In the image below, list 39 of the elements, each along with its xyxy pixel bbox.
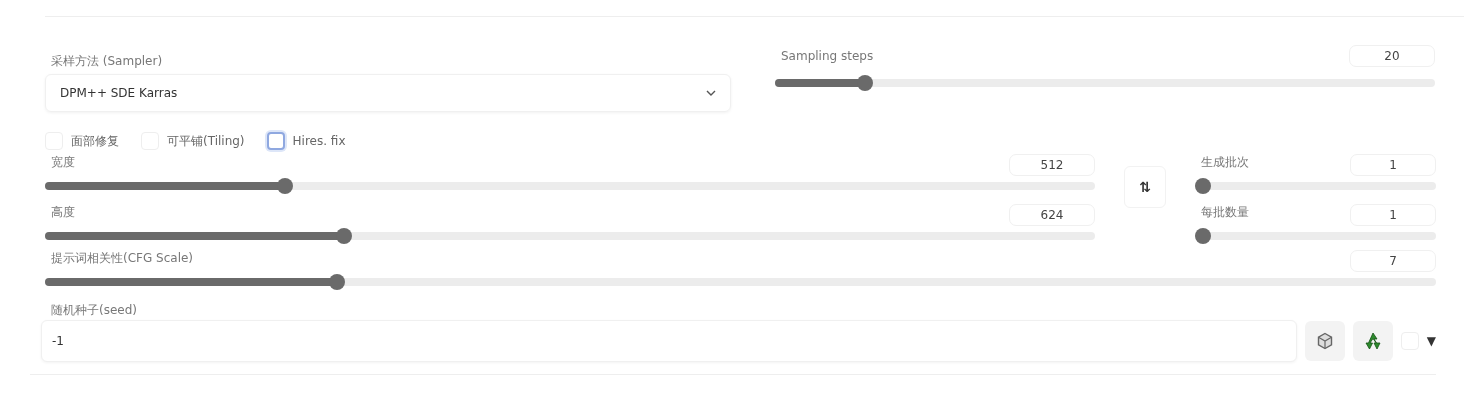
field-label: 提示词相关性(CFG Scale) bbox=[51, 250, 194, 266]
slider-thumb[interactable] bbox=[277, 178, 294, 194]
slider-thumb[interactable] bbox=[856, 75, 873, 91]
number-field[interactable]: 512 bbox=[1009, 154, 1095, 176]
field-label: 高度 bbox=[51, 204, 75, 220]
slider[interactable] bbox=[1195, 228, 1436, 244]
checkbox-label: Hires. fix bbox=[292, 133, 346, 150]
sampler-dropdown[interactable]: DPM++ SDE Karras bbox=[45, 74, 731, 112]
slider-thumb[interactable] bbox=[336, 228, 353, 244]
cube-icon bbox=[1315, 332, 1334, 350]
number-field[interactable]: 1 bbox=[1350, 154, 1436, 176]
checkbox-label: 面部修复 bbox=[71, 133, 119, 150]
field-label: 每批数量 bbox=[1201, 204, 1249, 220]
chevron-icon bbox=[706, 90, 716, 96]
slider-thumb[interactable] bbox=[1195, 178, 1211, 194]
checkbox[interactable] bbox=[266, 132, 285, 150]
slider-thumb[interactable] bbox=[329, 274, 346, 290]
slider[interactable] bbox=[1195, 178, 1436, 194]
checkbox-label: 可平铺(Tiling) bbox=[167, 133, 245, 150]
slider[interactable] bbox=[775, 75, 1435, 91]
field-label: 宽度 bbox=[51, 154, 75, 170]
number-field[interactable]: 624 bbox=[1009, 204, 1095, 226]
field-label: 生成批次 bbox=[1201, 154, 1249, 170]
recycle-icon bbox=[1362, 331, 1383, 351]
seed-field[interactable]: -1 bbox=[41, 320, 1297, 362]
field-label: 采样方法 (Sampler) bbox=[51, 53, 164, 69]
slider[interactable] bbox=[45, 228, 1095, 244]
slider-thumb[interactable] bbox=[1195, 228, 1211, 244]
swap-button[interactable]: ⇅ bbox=[1124, 166, 1166, 208]
field-label: 随机种子(seed) bbox=[51, 302, 137, 318]
expand-toggle[interactable]: ▼ bbox=[1426, 332, 1436, 350]
number-field[interactable]: 20 bbox=[1349, 45, 1435, 67]
field-label: Sampling steps bbox=[781, 48, 874, 64]
slider[interactable] bbox=[45, 178, 1095, 194]
recycle-button[interactable] bbox=[1352, 321, 1393, 361]
slider[interactable] bbox=[45, 274, 1436, 290]
number-field[interactable]: 1 bbox=[1350, 204, 1436, 226]
number-field[interactable]: 7 bbox=[1350, 250, 1436, 272]
dice-button[interactable] bbox=[1304, 321, 1345, 361]
